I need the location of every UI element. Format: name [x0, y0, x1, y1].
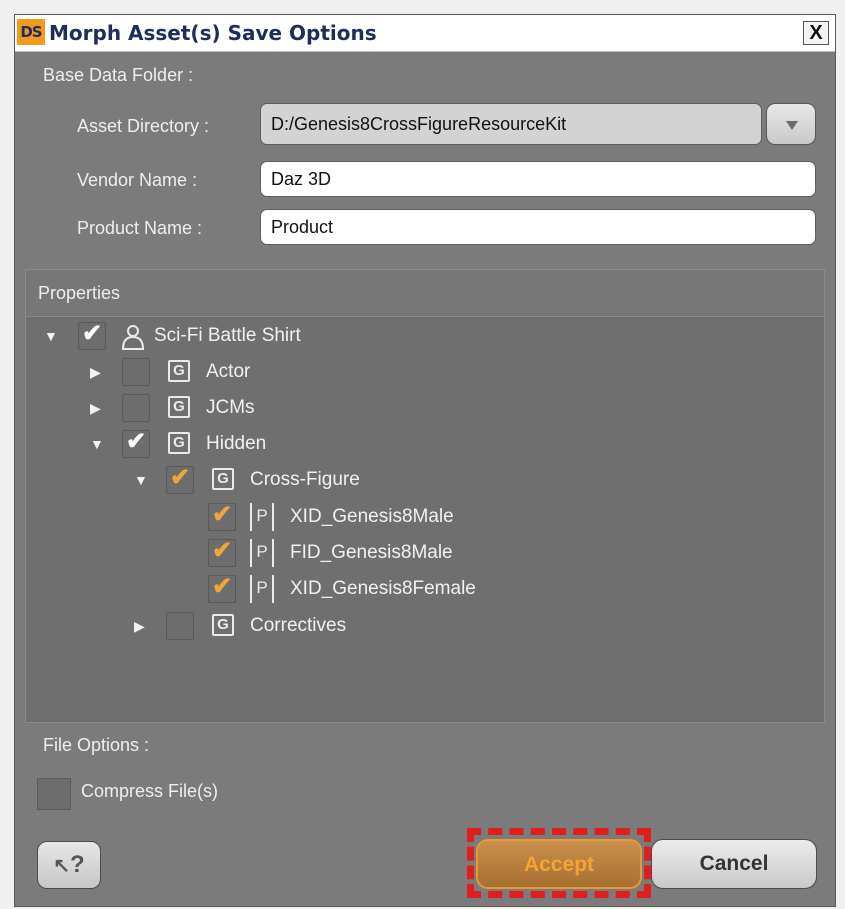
- checkmark-icon: ✔: [212, 573, 233, 600]
- title-bar[interactable]: DS Morph Asset(s) Save Options X: [15, 15, 835, 52]
- properties-panel: Properties ▼ ✔ Sci-Fi Battle Shirt ▶ G A…: [25, 269, 825, 723]
- tree-item-sci-fi-battle-shirt[interactable]: ▼ ✔ Sci-Fi Battle Shirt: [26, 320, 816, 352]
- cursor-icon: ↖: [53, 855, 71, 877]
- group-icon: G: [168, 360, 190, 382]
- checkbox[interactable]: [122, 394, 150, 422]
- expand-arrow-icon[interactable]: ▼: [90, 428, 104, 460]
- group-icon: G: [212, 614, 234, 636]
- tree-item-jcms[interactable]: ▶ G JCMs: [26, 392, 816, 424]
- tree-item-correctives[interactable]: ▶ G Correctives: [26, 610, 816, 642]
- tree-item-label: Actor: [206, 361, 251, 382]
- file-options-heading: File Options :: [43, 735, 150, 755]
- property-icon: P: [250, 539, 274, 567]
- ds-logo: DS: [17, 19, 45, 45]
- checkbox[interactable]: [166, 612, 194, 640]
- product-name-label: Product Name :: [77, 218, 203, 238]
- close-button[interactable]: X: [803, 21, 829, 45]
- dialog-title: Morph Asset(s) Save Options: [49, 21, 377, 45]
- checkbox[interactable]: ✔: [122, 428, 150, 458]
- checkbox[interactable]: ✔: [208, 573, 236, 603]
- tree-item-label: Sci-Fi Battle Shirt: [154, 325, 301, 346]
- base-data-folder-heading: Base Data Folder :: [43, 65, 194, 85]
- tree-item-hidden[interactable]: ▼ ✔ G Hidden: [26, 428, 816, 460]
- expand-arrow-icon[interactable]: ▼: [44, 320, 58, 352]
- property-icon: P: [250, 575, 274, 603]
- cancel-button[interactable]: Cancel: [651, 839, 817, 889]
- help-button[interactable]: ↖?: [37, 841, 101, 889]
- expand-arrow-icon[interactable]: ▶: [134, 610, 145, 642]
- compress-files-label[interactable]: Compress File(s): [81, 781, 218, 802]
- checkbox[interactable]: ✔: [78, 320, 106, 350]
- checkmark-icon: ✔: [212, 537, 233, 564]
- properties-header: Properties: [26, 270, 824, 317]
- checkbox[interactable]: [122, 358, 150, 386]
- asset-directory-label: Asset Directory :: [77, 116, 210, 136]
- checkmark-icon: ✔: [126, 428, 147, 455]
- tree-item-xid-genesis8male[interactable]: ✔ P XID_Genesis8Male: [26, 501, 816, 533]
- tree-item-label: Cross-Figure: [250, 469, 360, 490]
- chevron-down-icon: [786, 121, 798, 130]
- tree-item-label: Correctives: [250, 615, 347, 636]
- checkbox[interactable]: ✔: [208, 537, 236, 567]
- properties-heading: Properties: [38, 283, 121, 303]
- expand-arrow-icon[interactable]: ▶: [90, 392, 101, 424]
- expand-arrow-icon[interactable]: ▼: [134, 464, 148, 496]
- save-options-dialog: DS Morph Asset(s) Save Options X Base Da…: [14, 14, 836, 907]
- tree-item-label: JCMs: [206, 397, 255, 418]
- product-name-field[interactable]: Product: [260, 209, 816, 245]
- tree-item-fid-genesis8male[interactable]: ✔ P FID_Genesis8Male: [26, 537, 816, 569]
- tree-item-actor[interactable]: ▶ G Actor: [26, 356, 816, 388]
- expand-arrow-icon[interactable]: ▶: [90, 356, 101, 388]
- property-icon: P: [250, 503, 274, 531]
- checkmark-icon: ✔: [170, 464, 191, 491]
- checkmark-icon: ✔: [212, 501, 233, 528]
- tree-item-label: Hidden: [206, 433, 267, 454]
- tree-item-cross-figure[interactable]: ▼ ✔ G Cross-Figure: [26, 464, 816, 496]
- checkbox[interactable]: ✔: [208, 501, 236, 531]
- selection-highlight: [467, 828, 651, 898]
- checkbox[interactable]: ✔: [166, 464, 194, 494]
- group-icon: G: [212, 468, 234, 490]
- group-icon: G: [168, 396, 190, 418]
- checkmark-icon: ✔: [82, 320, 103, 347]
- help-label: ?: [70, 851, 85, 878]
- asset-directory-dropdown-button[interactable]: [766, 103, 816, 145]
- group-icon: G: [168, 432, 190, 454]
- figure-icon: [121, 325, 145, 350]
- tree-item-label: XID_Genesis8Female: [290, 578, 476, 599]
- compress-files-checkbox[interactable]: [37, 778, 71, 810]
- vendor-name-label: Vendor Name :: [77, 170, 198, 190]
- tree-item-xid-genesis8female[interactable]: ✔ P XID_Genesis8Female: [26, 573, 816, 605]
- vendor-name-field[interactable]: Daz 3D: [260, 161, 816, 197]
- tree-item-label: XID_Genesis8Male: [290, 506, 454, 527]
- tree-item-label: FID_Genesis8Male: [290, 542, 453, 563]
- asset-directory-field[interactable]: D:/Genesis8CrossFigureResourceKit: [260, 103, 762, 145]
